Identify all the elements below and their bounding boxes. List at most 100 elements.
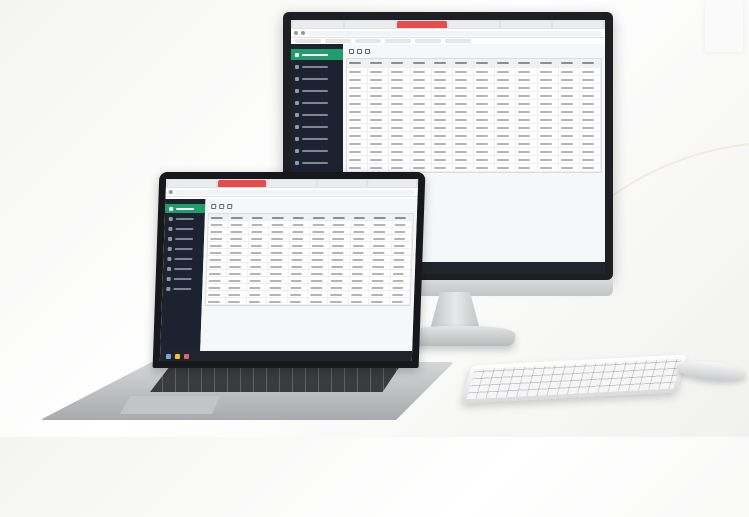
table-row[interactable] bbox=[347, 68, 602, 76]
table-cell bbox=[538, 92, 559, 99]
table-row[interactable] bbox=[206, 277, 411, 284]
sidebar-item[interactable] bbox=[291, 61, 343, 72]
column-header[interactable] bbox=[269, 214, 291, 220]
table-row[interactable] bbox=[207, 242, 413, 249]
browser-tab[interactable] bbox=[267, 180, 317, 187]
sidebar-item[interactable] bbox=[164, 204, 206, 213]
table-row[interactable] bbox=[347, 148, 602, 156]
table-row[interactable] bbox=[347, 132, 602, 140]
table-row[interactable] bbox=[205, 298, 411, 305]
sidebar-item[interactable] bbox=[163, 264, 203, 273]
column-header[interactable] bbox=[453, 59, 475, 67]
bookmark[interactable] bbox=[445, 39, 471, 43]
sidebar-item[interactable] bbox=[291, 85, 343, 96]
windows-icon[interactable] bbox=[165, 353, 172, 359]
sidebar-item[interactable] bbox=[164, 244, 204, 253]
table-row[interactable] bbox=[206, 284, 411, 291]
table-row[interactable] bbox=[207, 249, 412, 256]
column-header[interactable] bbox=[229, 214, 250, 220]
table-cell bbox=[474, 116, 496, 123]
column-header[interactable] bbox=[392, 214, 414, 220]
table-row[interactable] bbox=[347, 100, 602, 108]
folder-icon[interactable] bbox=[174, 353, 181, 359]
column-header[interactable] bbox=[347, 59, 369, 67]
sidebar-item[interactable] bbox=[291, 73, 343, 84]
sidebar-item[interactable] bbox=[162, 284, 202, 293]
browser-tab[interactable] bbox=[345, 21, 395, 28]
table-row[interactable] bbox=[347, 156, 602, 164]
address-input[interactable] bbox=[175, 189, 415, 195]
column-header[interactable] bbox=[516, 59, 538, 67]
bookmark[interactable] bbox=[355, 39, 381, 43]
sidebar-item[interactable] bbox=[291, 121, 343, 132]
sidebar-item[interactable] bbox=[291, 97, 343, 108]
browser-tab[interactable] bbox=[293, 21, 343, 28]
table-row[interactable] bbox=[347, 108, 602, 116]
sidebar-item[interactable] bbox=[163, 254, 203, 263]
table-row[interactable] bbox=[207, 256, 412, 263]
column-header[interactable] bbox=[310, 214, 332, 220]
table-row[interactable] bbox=[206, 270, 412, 277]
bookmark[interactable] bbox=[295, 39, 321, 43]
column-header[interactable] bbox=[538, 59, 559, 67]
column-header[interactable] bbox=[351, 214, 373, 220]
table-row[interactable] bbox=[347, 92, 602, 100]
browser-tab[interactable] bbox=[449, 21, 499, 28]
table-row[interactable] bbox=[347, 84, 602, 92]
column-header[interactable] bbox=[249, 214, 271, 220]
browser-tab[interactable] bbox=[553, 21, 603, 28]
sidebar-item[interactable] bbox=[291, 145, 343, 156]
column-header[interactable] bbox=[411, 59, 432, 67]
column-header[interactable] bbox=[331, 214, 352, 220]
back-icon[interactable] bbox=[168, 190, 173, 194]
copy-icon[interactable] bbox=[357, 49, 362, 54]
column-header[interactable] bbox=[389, 59, 411, 67]
table-row[interactable] bbox=[347, 164, 602, 172]
column-header[interactable] bbox=[474, 59, 496, 67]
browser-icon[interactable] bbox=[183, 353, 190, 359]
browser-tab[interactable] bbox=[397, 21, 447, 28]
table-row[interactable] bbox=[208, 228, 413, 235]
bookmark[interactable] bbox=[385, 39, 411, 43]
column-header[interactable] bbox=[371, 214, 393, 220]
table-row[interactable] bbox=[347, 124, 602, 132]
sidebar-item[interactable] bbox=[291, 49, 343, 60]
column-header[interactable] bbox=[580, 59, 602, 67]
filter-icon[interactable] bbox=[365, 49, 370, 54]
column-header[interactable] bbox=[495, 59, 517, 67]
sidebar-item[interactable] bbox=[165, 214, 205, 223]
table-row[interactable] bbox=[207, 263, 412, 270]
sidebar-item[interactable] bbox=[291, 133, 343, 144]
table-row[interactable] bbox=[347, 140, 602, 148]
search-icon[interactable] bbox=[211, 204, 217, 209]
sidebar-item[interactable] bbox=[164, 224, 204, 233]
sidebar-item[interactable] bbox=[163, 274, 203, 283]
bookmark[interactable] bbox=[415, 39, 441, 43]
table-row[interactable] bbox=[207, 235, 413, 242]
sidebar-item-label bbox=[302, 53, 328, 56]
table-row[interactable] bbox=[208, 221, 413, 228]
filter-icon[interactable] bbox=[227, 204, 233, 209]
column-header[interactable] bbox=[290, 214, 311, 220]
column-header[interactable] bbox=[432, 59, 453, 67]
back-icon[interactable] bbox=[294, 31, 298, 35]
sidebar-item[interactable] bbox=[291, 157, 343, 168]
browser-tab[interactable] bbox=[317, 180, 367, 187]
bookmark[interactable] bbox=[325, 39, 351, 43]
sidebar-item[interactable] bbox=[164, 234, 204, 243]
forward-icon[interactable] bbox=[301, 31, 305, 35]
search-icon[interactable] bbox=[349, 49, 354, 54]
address-input[interactable] bbox=[308, 30, 602, 36]
copy-icon[interactable] bbox=[219, 204, 225, 209]
browser-tab[interactable] bbox=[167, 180, 217, 187]
table-row[interactable] bbox=[347, 116, 602, 124]
browser-tab[interactable] bbox=[367, 180, 417, 187]
table-row[interactable] bbox=[347, 76, 602, 84]
column-header[interactable] bbox=[208, 214, 230, 220]
table-row[interactable] bbox=[206, 291, 411, 298]
browser-tab[interactable] bbox=[217, 180, 267, 187]
column-header[interactable] bbox=[368, 59, 390, 67]
sidebar-item[interactable] bbox=[291, 109, 343, 120]
browser-tab[interactable] bbox=[501, 21, 551, 28]
column-header[interactable] bbox=[559, 59, 580, 67]
